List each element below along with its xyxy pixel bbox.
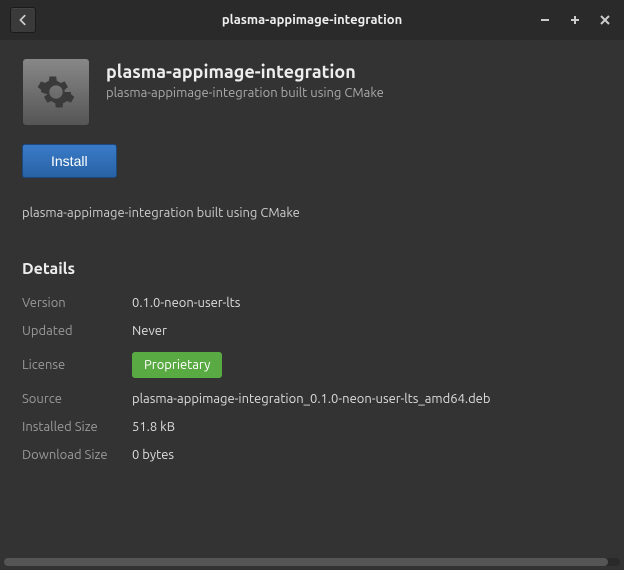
value-source: plasma-appimage-integration_0.1.0-neon-u… [132,392,602,406]
arrow-left-icon [16,13,30,27]
label-license: License [22,358,132,372]
window-controls [536,11,614,29]
label-updated: Updated [22,324,132,338]
details-heading: Details [22,260,602,278]
content-area: plasma-appimage-integration plasma-appim… [0,40,624,558]
label-version: Version [22,296,132,310]
license-badge: Proprietary [132,352,222,378]
app-icon [22,58,90,126]
close-button[interactable] [596,11,614,29]
scrollbar-thumb[interactable] [4,558,608,566]
label-download-size: Download Size [22,448,132,462]
minimize-icon [540,15,550,25]
app-header: plasma-appimage-integration plasma-appim… [22,58,602,126]
details-grid: Version 0.1.0-neon-user-lts Updated Neve… [22,296,602,462]
app-description: plasma-appimage-integration built using … [22,206,602,220]
install-button[interactable]: Install [22,144,117,178]
titlebar: plasma-appimage-integration [0,0,624,40]
value-version: 0.1.0-neon-user-lts [132,296,602,310]
minimize-button[interactable] [536,11,554,29]
window-title: plasma-appimage-integration [0,13,624,27]
value-license: Proprietary [132,352,602,378]
plus-icon [570,15,580,25]
label-installed-size: Installed Size [22,420,132,434]
app-subtitle: plasma-appimage-integration built using … [106,86,384,100]
app-name: plasma-appimage-integration [106,62,384,82]
back-button[interactable] [10,7,36,33]
value-installed-size: 51.8 kB [132,420,602,434]
maximize-button[interactable] [566,11,584,29]
gear-icon [36,72,76,112]
close-icon [600,15,610,25]
app-text: plasma-appimage-integration plasma-appim… [106,58,384,126]
value-download-size: 0 bytes [132,448,602,462]
label-source: Source [22,392,132,406]
horizontal-scrollbar[interactable] [4,558,620,566]
value-updated: Never [132,324,602,338]
